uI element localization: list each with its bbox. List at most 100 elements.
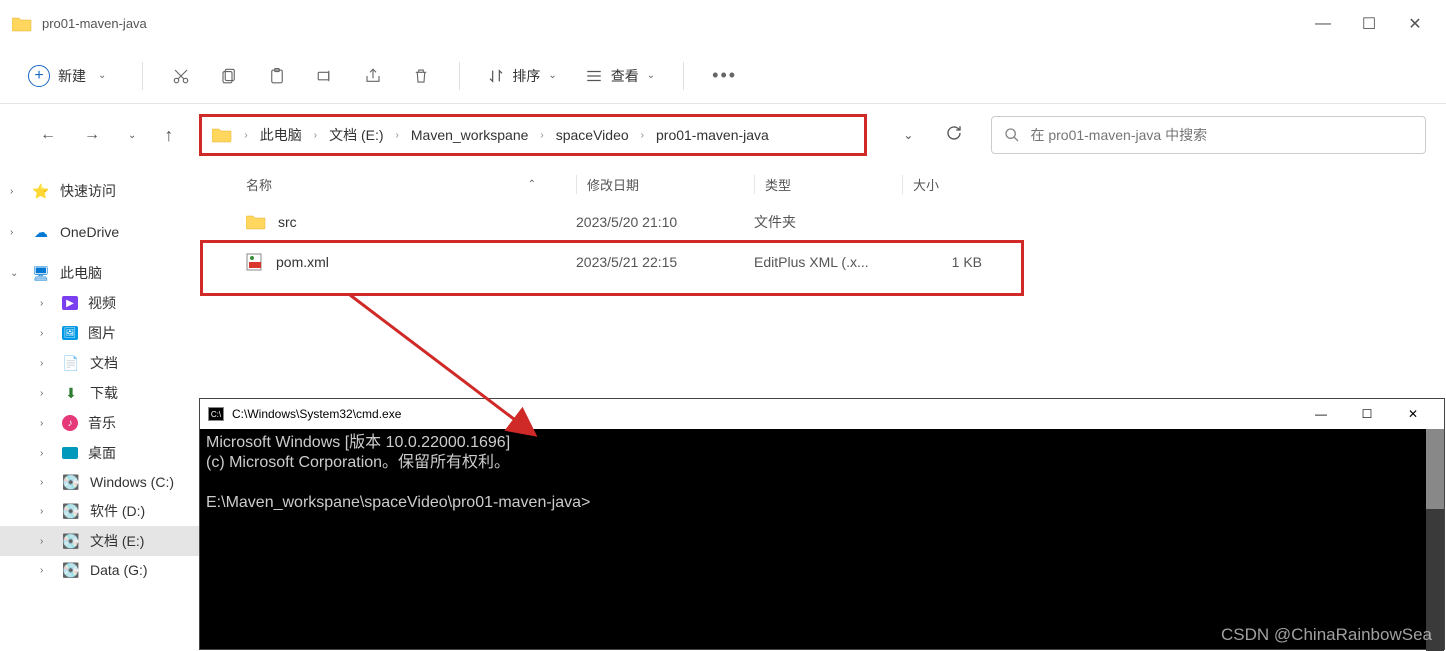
cloud-icon: ☁ (32, 223, 50, 241)
crumb-item[interactable]: 此电脑 (254, 125, 308, 145)
sidebar-label: 文档 (E:) (90, 531, 144, 551)
caret-right-icon: › (40, 506, 52, 517)
sidebar-label: 桌面 (88, 443, 116, 463)
sidebar-item-video[interactable]: › ▶ 视频 (0, 288, 200, 318)
cmd-maximize-button[interactable]: ☐ (1344, 399, 1390, 429)
close-button[interactable]: ✕ (1392, 8, 1438, 40)
caret-right-icon: › (40, 477, 52, 488)
chevron-down-icon: ⌄ (98, 70, 106, 81)
search-input[interactable] (1030, 127, 1413, 143)
sidebar-item-drive-c[interactable]: › 💽 Windows (C:) (0, 468, 200, 496)
sidebar-item-music[interactable]: ›♪音乐 (0, 408, 200, 438)
caret-right-icon: › (40, 328, 52, 339)
cut-icon[interactable] (171, 66, 191, 86)
music-icon: ♪ (62, 415, 78, 431)
sidebar-item-downloads[interactable]: ›⬇下载 (0, 378, 200, 408)
view-button[interactable]: 查看 ⌄ (585, 66, 655, 86)
sidebar-item-onedrive[interactable]: ›☁OneDrive (0, 218, 200, 246)
sidebar-item-drive-d[interactable]: ›💽软件 (D:) (0, 496, 200, 526)
sidebar-label: 文档 (90, 353, 118, 373)
sidebar-item-pictures[interactable]: ›🖼图片 (0, 318, 200, 348)
cmd-titlebar[interactable]: C:\ C:\Windows\System32\cmd.exe — ☐ ✕ (200, 399, 1444, 429)
paste-icon[interactable] (267, 66, 287, 86)
caret-right-icon: › (40, 298, 52, 309)
dropdown-button[interactable]: ⌄ (903, 128, 913, 142)
new-button[interactable]: + 新建 ⌄ (20, 61, 114, 91)
cmd-scrollbar[interactable] (1426, 429, 1444, 651)
forward-button[interactable]: → (84, 126, 100, 144)
cmd-title-text: C:\Windows\System32\cmd.exe (232, 407, 401, 421)
refresh-button[interactable] (945, 124, 963, 147)
caret-right-icon: › (40, 388, 52, 399)
pc-icon: 🖥 (32, 264, 50, 282)
divider (142, 62, 143, 90)
sort-icon (488, 68, 504, 84)
crumb-item[interactable]: Maven_workspane (405, 127, 535, 143)
chevron-right-icon: › (244, 130, 247, 141)
drive-icon: 💽 (62, 532, 80, 550)
sidebar-item-quick-access[interactable]: ›⭐快速访问 (0, 176, 200, 206)
toolbar: + 新建 ⌄ 排序 ⌄ 查看 ⌄ ••• (0, 48, 1446, 104)
sidebar-item-desktop[interactable]: › 桌面 (0, 438, 200, 468)
delete-icon[interactable] (411, 66, 431, 86)
watermark: CSDN @ChinaRainbowSea (1221, 625, 1432, 645)
file-type: 文件夹 (754, 212, 902, 232)
sidebar-label: 音乐 (88, 413, 116, 433)
cmd-close-button[interactable]: ✕ (1390, 399, 1436, 429)
desktop-icon (62, 447, 78, 459)
downloads-icon: ⬇ (62, 384, 80, 402)
column-name[interactable]: 名称⌃ (246, 175, 576, 194)
crumb-item[interactable]: spaceVideo (550, 127, 635, 143)
rename-icon[interactable] (315, 66, 335, 86)
file-name: src (278, 214, 297, 230)
divider (683, 62, 684, 90)
sidebar-label: 快速访问 (60, 181, 116, 201)
sidebar-item-this-pc[interactable]: ⌄🖥此电脑 (0, 258, 200, 288)
sidebar-item-drive-g[interactable]: ›💽Data (G:) (0, 556, 200, 584)
caret-down-icon: ⌄ (10, 268, 22, 279)
minimize-button[interactable]: — (1300, 8, 1346, 40)
back-button[interactable]: ← (40, 126, 56, 144)
cmd-window: C:\ C:\Windows\System32\cmd.exe — ☐ ✕ Mi… (199, 398, 1445, 650)
column-date[interactable]: 修改日期 (576, 175, 754, 194)
up-button[interactable]: ↑ (164, 125, 173, 146)
drive-icon: 💽 (62, 473, 80, 491)
address-controls: ⌄ (903, 124, 963, 147)
table-row[interactable]: pom.xml 2023/5/21 22:15 EditPlus XML (.x… (200, 242, 1446, 282)
sort-button[interactable]: 排序 ⌄ (488, 66, 556, 86)
breadcrumb[interactable]: › 此电脑 › 文档 (E:) › Maven_workspane › spac… (199, 114, 867, 156)
cmd-line: (c) Microsoft Corporation。保留所有权利。 (206, 454, 510, 471)
file-date: 2023/5/20 21:10 (576, 214, 754, 230)
sidebar-label: 视频 (88, 293, 116, 313)
caret-right-icon: › (40, 448, 52, 459)
column-size[interactable]: 大小 (902, 175, 992, 194)
pictures-icon: 🖼 (62, 326, 78, 340)
copy-icon[interactable] (219, 66, 239, 86)
chevron-right-icon: › (314, 130, 317, 141)
caret-right-icon: › (10, 186, 22, 197)
crumb-item[interactable]: 文档 (E:) (323, 125, 389, 145)
file-name: pom.xml (276, 254, 329, 270)
sort-asc-icon: ⌃ (528, 179, 536, 190)
search-icon (1004, 127, 1020, 143)
sidebar-item-documents[interactable]: ›📄文档 (0, 348, 200, 378)
new-label: 新建 (58, 66, 86, 86)
maximize-button[interactable]: ☐ (1346, 8, 1392, 40)
divider (459, 62, 460, 90)
crumb-item[interactable]: pro01-maven-java (650, 127, 775, 143)
table-row[interactable]: src 2023/5/20 21:10 文件夹 (200, 202, 1446, 242)
column-type[interactable]: 类型 (754, 175, 902, 194)
sidebar-item-drive-e[interactable]: ›💽文档 (E:) (0, 526, 200, 556)
sidebar-label: Windows (C:) (90, 474, 174, 490)
cmd-minimize-button[interactable]: — (1298, 399, 1344, 429)
video-icon: ▶ (62, 296, 78, 310)
view-icon (585, 69, 603, 83)
cmd-body[interactable]: Microsoft Windows [版本 10.0.22000.1696] (… (200, 429, 1444, 517)
more-button[interactable]: ••• (712, 65, 737, 86)
drive-icon: 💽 (62, 561, 80, 579)
scrollbar-thumb[interactable] (1426, 429, 1444, 509)
search-box[interactable] (991, 116, 1426, 154)
folder-icon (246, 214, 266, 230)
history-dropdown[interactable]: ⌄ (128, 130, 136, 141)
share-icon[interactable] (363, 66, 383, 86)
